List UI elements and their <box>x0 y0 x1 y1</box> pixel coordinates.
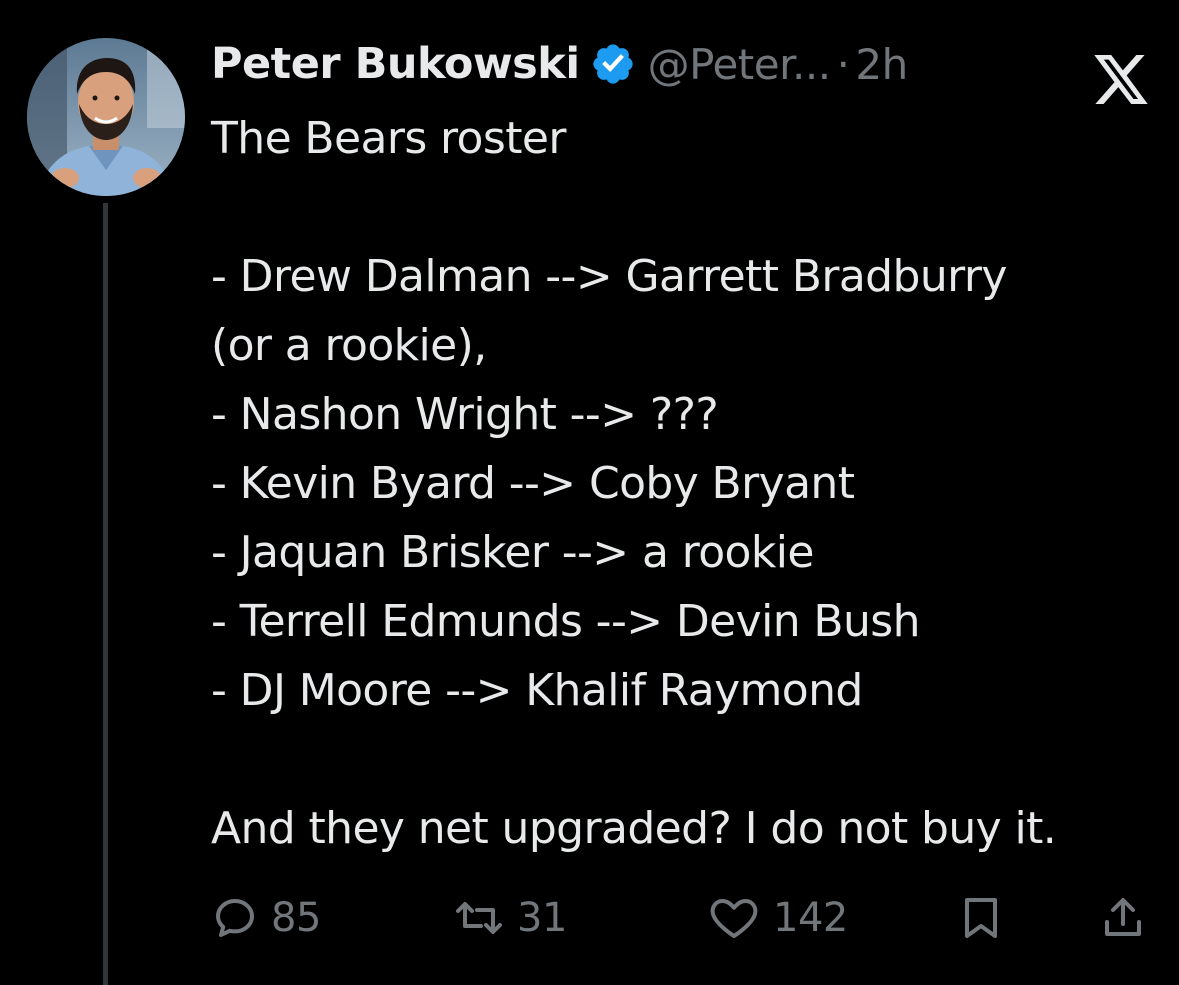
share-button[interactable] <box>1099 888 1147 948</box>
like-count: 142 <box>773 895 848 941</box>
reply-icon <box>216 899 254 937</box>
verified-badge-icon[interactable] <box>590 41 636 87</box>
tweet-text-line: - Drew Dalman --> Garrett Bradburry <box>211 251 1007 302</box>
repost-count: 31 <box>517 895 567 941</box>
tweet-actions: 85 31 142 <box>211 888 1161 948</box>
tweet-card[interactable]: Peter Bukowski @Peter... · 2h The Bears … <box>0 0 1179 985</box>
tweet-text: The Bears roster ​ - Drew Dalman --> Garre… <box>211 104 1161 863</box>
bookmark-button[interactable] <box>957 888 1005 948</box>
tweet-text-line: - DJ Moore --> Khalif Raymond <box>211 665 863 716</box>
tweet-text-line: And they net upgraded? I do not buy it. <box>211 803 1057 854</box>
tweet-text-line: - Nashon Wright --> ??? <box>211 389 719 440</box>
avatar[interactable] <box>27 38 185 196</box>
reply-button[interactable]: 85 <box>211 888 321 948</box>
separator-dot: · <box>836 39 850 89</box>
repost-button[interactable]: 31 <box>453 888 567 948</box>
like-button[interactable]: 142 <box>707 888 848 948</box>
author-display-name[interactable]: Peter Bukowski <box>211 39 580 89</box>
tweet-text-line: - Jaquan Brisker --> a rookie <box>211 527 814 578</box>
user-avatar-photo <box>27 38 185 196</box>
author-handle[interactable]: @Peter... <box>648 40 831 89</box>
tweet-text-line: - Kevin Byard --> Coby Bryant <box>211 458 855 509</box>
tweet-text-line: ​ <box>211 725 1161 794</box>
tweet-text-line: The Bears roster <box>211 113 566 164</box>
heart-icon <box>710 899 758 938</box>
tweet-text-line: - Terrell Edmunds --> Devin Bush <box>211 596 920 647</box>
tweet-text-line: (or a rookie), <box>211 320 487 371</box>
tweet-header: Peter Bukowski @Peter... · 2h <box>211 34 908 94</box>
share-icon <box>1105 898 1141 936</box>
repost-icon <box>456 902 502 934</box>
tweet-timestamp[interactable]: 2h <box>855 40 908 89</box>
bookmark-icon <box>965 898 997 938</box>
reply-count: 85 <box>271 895 321 941</box>
tweet-text-line: ​ <box>211 173 1161 242</box>
x-logo-icon <box>1094 55 1148 104</box>
thread-line <box>103 203 108 985</box>
